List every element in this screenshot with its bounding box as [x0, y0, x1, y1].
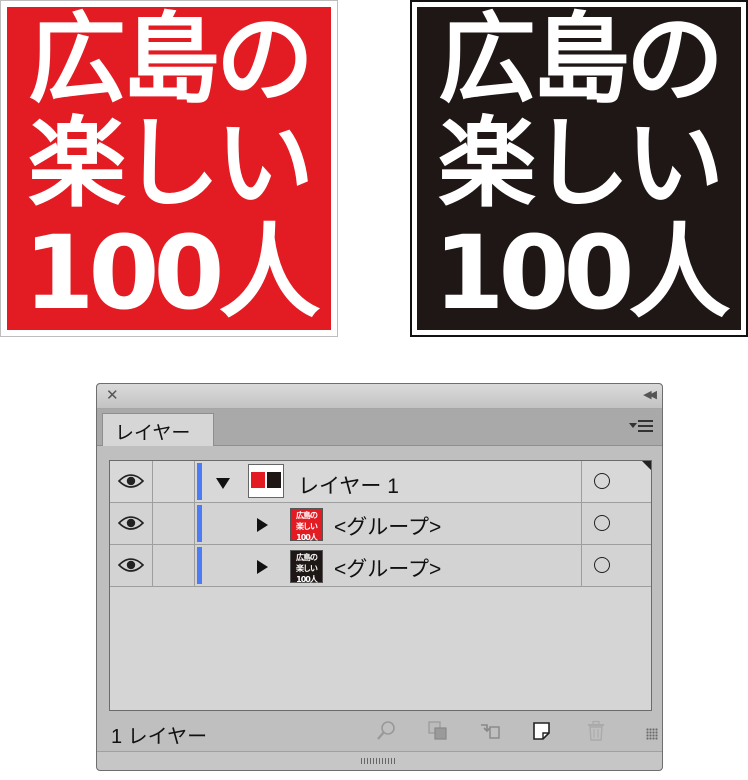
- artwork-black: 広島の 楽しい 100人: [410, 0, 748, 337]
- panel-menu-icon[interactable]: [629, 417, 655, 435]
- create-sublayer-icon[interactable]: [479, 720, 501, 742]
- artwork-black-line3: 100人: [433, 214, 731, 333]
- artwork-black-line1: 広島の: [437, 3, 724, 117]
- layers-panel: ✕ ◀◀ レイヤー レイヤー 1 広島の 楽しい 100人 <グループ> 広島の…: [96, 383, 663, 771]
- layer-color-bar: [197, 547, 202, 584]
- group-name[interactable]: <グループ>: [334, 511, 441, 541]
- layer-color-bar: [197, 505, 202, 542]
- selected-corner-icon: [642, 461, 651, 470]
- target-circle-icon[interactable]: [594, 557, 610, 573]
- panel-titlebar[interactable]: ✕ ◀◀: [97, 384, 662, 409]
- group-row-red[interactable]: 広島の 楽しい 100人 <グループ>: [110, 503, 651, 545]
- panel-footer: 1 レイヤー: [97, 714, 662, 748]
- make-clipping-mask-icon[interactable]: [427, 720, 449, 742]
- expand-triangle-icon[interactable]: [257, 560, 268, 574]
- trash-icon[interactable]: [585, 720, 607, 742]
- target-divider: [581, 461, 582, 502]
- visibility-toggle[interactable]: [110, 503, 153, 544]
- eye-icon: [118, 474, 144, 488]
- layer-color-bar: [197, 463, 202, 500]
- layer-count: 1 レイヤー: [111, 726, 208, 748]
- visibility-toggle[interactable]: [110, 461, 153, 502]
- artwork-red-line2: 楽しい: [27, 107, 314, 221]
- thumb-text-3: 100人: [296, 533, 318, 542]
- artwork-red-line3: 100人: [23, 214, 321, 333]
- group-name[interactable]: <グループ>: [334, 553, 441, 583]
- visibility-toggle[interactable]: [110, 545, 153, 586]
- eye-icon: [118, 516, 144, 530]
- artwork-red: 広島の 楽しい 100人: [0, 0, 338, 337]
- thumb-text-1: 広島の: [296, 511, 318, 520]
- artwork-black-line2: 楽しい: [437, 107, 724, 221]
- target-circle-icon[interactable]: [594, 473, 610, 489]
- group-thumbnail-black: 広島の 楽しい 100人: [290, 550, 323, 584]
- thumb-text-2: 楽しい: [296, 564, 318, 573]
- lock-toggle[interactable]: [153, 503, 195, 544]
- eye-icon: [118, 558, 144, 572]
- drag-grip-icon[interactable]: [361, 758, 397, 764]
- layer-thumbnail: [248, 464, 284, 498]
- thumbnail-black-mini: [267, 472, 281, 488]
- panel-tab-row: レイヤー: [97, 409, 662, 446]
- layer-row[interactable]: レイヤー 1: [110, 461, 651, 503]
- thumbnail-red-mini: [251, 472, 265, 488]
- target-divider: [581, 545, 582, 586]
- layer-name[interactable]: レイヤー 1: [298, 470, 399, 500]
- artwork-red-line1: 広島の: [27, 3, 314, 117]
- tab-layers[interactable]: レイヤー: [102, 413, 214, 446]
- artwork-red-background: 広島の 楽しい 100人: [7, 7, 331, 330]
- locate-object-icon[interactable]: [375, 720, 397, 742]
- artwork-black-background: 広島の 楽しい 100人: [417, 7, 741, 330]
- thumb-text-3: 100人: [296, 575, 318, 584]
- lock-toggle[interactable]: [153, 545, 195, 586]
- panel-bottom-handle[interactable]: [97, 751, 662, 770]
- collapse-panel-icon[interactable]: ◀◀: [643, 388, 657, 401]
- thumb-text-2: 楽しい: [296, 522, 318, 531]
- close-icon[interactable]: ✕: [106, 386, 119, 404]
- target-circle-icon[interactable]: [594, 515, 610, 531]
- expand-triangle-icon[interactable]: [216, 478, 230, 489]
- lock-toggle[interactable]: [153, 461, 195, 502]
- group-thumbnail-red: 広島の 楽しい 100人: [290, 508, 323, 542]
- resize-gripper-icon[interactable]: [646, 728, 658, 740]
- layers-list: レイヤー 1 広島の 楽しい 100人 <グループ> 広島の 楽しい 100人 …: [109, 460, 652, 711]
- target-divider: [581, 503, 582, 544]
- expand-triangle-icon[interactable]: [257, 518, 268, 532]
- thumb-text-1: 広島の: [296, 553, 318, 562]
- create-new-layer-icon[interactable]: [531, 720, 553, 742]
- group-row-black[interactable]: 広島の 楽しい 100人 <グループ>: [110, 545, 651, 587]
